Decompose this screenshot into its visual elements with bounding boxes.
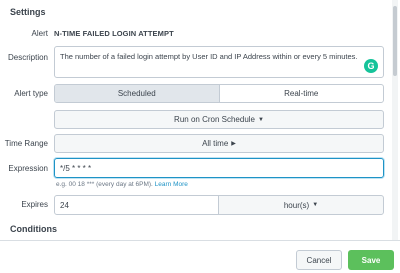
caret-right-icon: ▶	[231, 141, 236, 147]
alert-type-realtime-button[interactable]: Real-time	[220, 85, 384, 102]
time-range-button[interactable]: All time ▶	[54, 134, 384, 153]
save-button[interactable]: Save	[348, 250, 394, 270]
expires-input[interactable]: 24	[54, 195, 219, 215]
expression-hint-text: e.g. 00 18 *** (every day at 6PM).	[56, 181, 153, 188]
caret-down-icon: ▼	[258, 116, 264, 123]
description-label: Description	[7, 53, 48, 62]
description-text: The number of a failed login attempt by …	[60, 52, 358, 61]
alert-type-scheduled-button[interactable]: Scheduled	[55, 85, 220, 102]
learn-more-link[interactable]: Learn More	[155, 181, 188, 188]
expression-label: Expression	[8, 164, 48, 173]
expires-unit-label: hour(s)	[283, 200, 310, 210]
cancel-button[interactable]: Cancel	[296, 250, 342, 270]
scrollbar-thumb[interactable]	[393, 6, 397, 76]
expires-label: Expires	[21, 200, 48, 209]
description-textarea[interactable]: The number of a failed login attempt by …	[54, 46, 384, 78]
conditions-section-title: Conditions	[10, 224, 57, 234]
expression-value: */5 * * * *	[60, 163, 92, 173]
expression-hint: e.g. 00 18 *** (every day at 6PM). Learn…	[56, 181, 188, 188]
grammar-check-icon[interactable]: G	[364, 59, 378, 73]
alert-type-toggle: Scheduled Real-time	[54, 84, 384, 103]
time-range-label: Time Range	[4, 139, 48, 148]
settings-scroll-area[interactable]: Settings Alert N-TIME FAILED LOGIN ATTEM…	[0, 0, 390, 240]
alert-name: N-TIME FAILED LOGIN ATTEMPT	[54, 29, 174, 38]
settings-section-title: Settings	[10, 7, 46, 17]
time-range-value: All time	[202, 139, 229, 148]
cron-schedule-dropdown[interactable]: Run on Cron Schedule ▼	[54, 110, 384, 129]
alert-settings-dialog: Settings Alert N-TIME FAILED LOGIN ATTEM…	[0, 0, 400, 273]
expires-unit-dropdown[interactable]: hour(s) ▼	[218, 195, 384, 215]
caret-down-icon: ▼	[312, 202, 319, 208]
cron-schedule-label: Run on Cron Schedule	[174, 115, 255, 124]
alert-type-label: Alert type	[14, 89, 48, 98]
alert-label: Alert	[31, 29, 48, 38]
expires-value: 24	[60, 200, 69, 210]
expression-input[interactable]: */5 * * * *	[54, 158, 384, 178]
